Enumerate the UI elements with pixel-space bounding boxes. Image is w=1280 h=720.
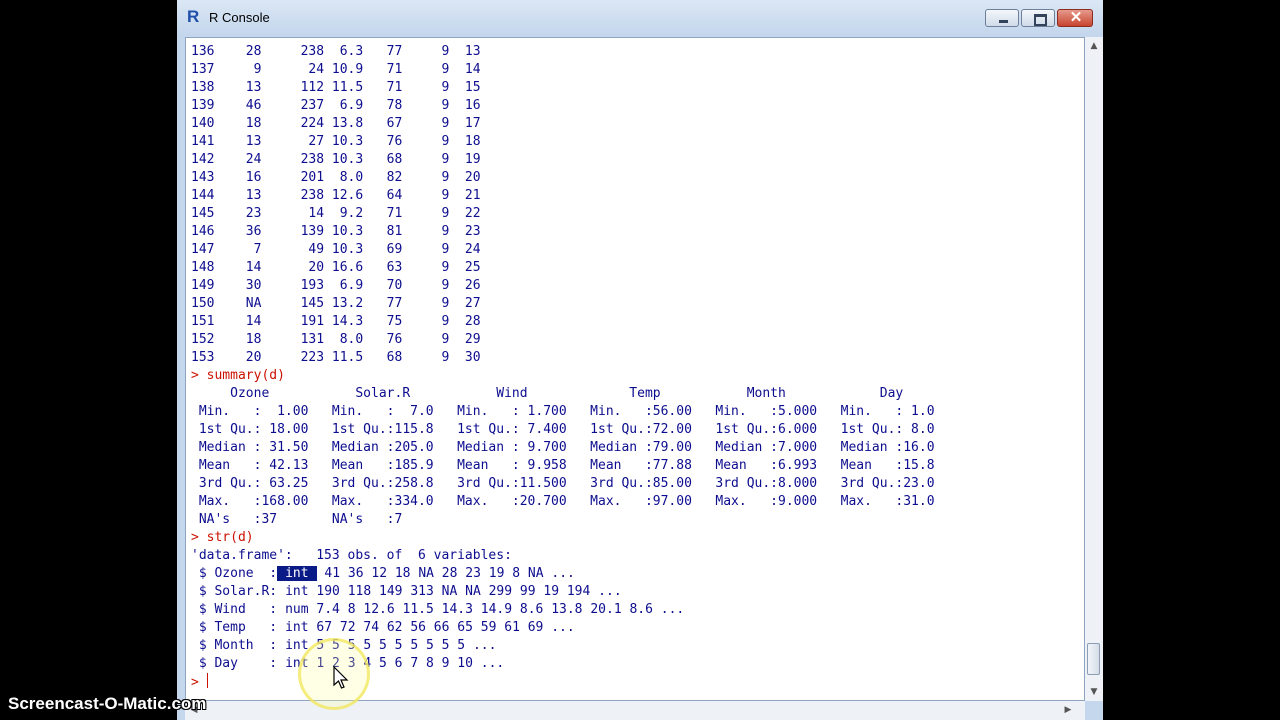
window-title: R Console (209, 10, 270, 25)
data-row: 150 NA 145 13.2 77 9 27 (191, 296, 481, 311)
data-row: 146 36 139 10.3 81 9 23 (191, 224, 481, 239)
title-bar[interactable]: R R Console ✕ (177, 0, 1103, 36)
str-variable-type[interactable]: int (277, 620, 308, 635)
summary-row: 1st Qu.: 18.00 1st Qu.:115.8 1st Qu.: 7.… (191, 422, 951, 437)
data-row: 143 16 201 8.0 82 9 20 (191, 170, 481, 185)
prompt-symbol: > (191, 675, 207, 690)
close-button[interactable]: ✕ (1057, 9, 1093, 27)
str-variable-name: $ Solar.R: (191, 584, 278, 599)
maximize-button[interactable] (1021, 9, 1055, 27)
data-row: 145 23 14 9.2 71 9 22 (191, 206, 481, 221)
minimize-icon (999, 20, 1008, 23)
str-variable-values: 41 36 12 18 NA 28 23 19 8 NA ... (316, 566, 575, 581)
r-logo-icon: R (187, 7, 200, 26)
data-row: 141 13 27 10.3 76 9 18 (191, 134, 481, 149)
vertical-scrollbar[interactable]: ▲ ▼ (1085, 37, 1103, 701)
data-row: 147 7 49 10.3 69 9 24 (191, 242, 481, 257)
summary-row: Max. :168.00 Max. :334.0 Max. :20.700 Ma… (191, 494, 951, 509)
str-row: $ Temp : int 67 72 74 62 56 66 65 59 61 6… (191, 619, 1071, 637)
data-row: 142 24 238 10.3 68 9 19 (191, 152, 481, 167)
str-row: $ Solar.R: int 190 118 149 313 NA NA 299 … (191, 583, 1071, 601)
str-variable-name: $ Ozone : (191, 566, 278, 581)
summary-row: NA's :37 NA's :7 (191, 512, 959, 527)
str-row: $ Wind : num 7.4 8 12.6 11.5 14.3 14.9 8.… (191, 601, 1071, 619)
watermark-text: Screencast-O-Matic.com (8, 694, 207, 713)
data-row: 149 30 193 6.9 70 9 26 (191, 278, 481, 293)
mouse-pointer-icon (333, 666, 349, 689)
str-variable-values: 7.4 8 12.6 11.5 14.3 14.9 8.6 13.8 20.1 … (308, 602, 685, 617)
close-icon: ✕ (1069, 9, 1083, 26)
data-row: 139 46 237 6.9 78 9 16 (191, 98, 481, 113)
str-variable-name: $ Day : (191, 656, 278, 671)
str-header: 'data.frame': 153 obs. of 6 variables: (191, 548, 512, 563)
maximize-icon (1034, 14, 1047, 26)
summary-command: > summary(d) (191, 368, 285, 383)
summary-row: Median : 31.50 Median :205.0 Median : 9.… (191, 440, 951, 455)
scroll-up-icon[interactable]: ▲ (1085, 37, 1103, 55)
summary-output: Ozone Solar.R Wind Temp Month Day Min. :… (191, 385, 1071, 529)
data-row: 136 28 238 6.3 77 9 13 (191, 44, 481, 59)
data-row: 151 14 191 14.3 75 9 28 (191, 314, 481, 329)
console-output[interactable]: 136 28 238 6.3 77 9 13 137 9 24 10.9 71 9… (191, 43, 1071, 697)
str-variable-type[interactable]: int (277, 566, 317, 581)
summary-row: Min. : 1.00 Min. : 7.0 Min. : 1.700 Min.… (191, 404, 951, 419)
console-area[interactable]: 136 28 238 6.3 77 9 13 137 9 24 10.9 71 9… (185, 37, 1085, 701)
data-row: 153 20 223 11.5 68 9 30 (191, 350, 481, 365)
str-variable-type[interactable]: int (277, 638, 308, 653)
str-variable-type[interactable]: int (277, 584, 308, 599)
data-row: 138 13 112 11.5 71 9 15 (191, 80, 481, 95)
scroll-right-icon[interactable]: ▶ (1059, 701, 1077, 720)
text-cursor (206, 673, 208, 688)
str-variable-values: 67 72 74 62 56 66 65 59 61 69 ... (308, 620, 575, 635)
summary-row: 3rd Qu.: 63.25 3rd Qu.:258.8 3rd Qu.:11.… (191, 476, 951, 491)
data-row: 137 9 24 10.9 71 9 14 (191, 62, 481, 77)
data-row: 148 14 20 16.6 63 9 25 (191, 260, 481, 275)
str-variable-type[interactable]: num (277, 602, 308, 617)
minimize-button[interactable] (985, 9, 1019, 27)
str-variable-name: $ Wind : (191, 602, 278, 617)
str-row: $ Ozone : int 41 36 12 18 NA 28 23 19 8 N… (191, 565, 1071, 583)
r-console-window: R R Console ✕ 136 28 238 6.3 77 9 13 137 … (177, 0, 1103, 720)
data-row: 144 13 238 12.6 64 9 21 (191, 188, 481, 203)
summary-row: Ozone Solar.R Wind Temp Month Day (191, 386, 951, 401)
str-variable-name: $ Month : (191, 638, 278, 653)
scrollbar-thumb[interactable] (1087, 643, 1100, 675)
data-frame-rows: 136 28 238 6.3 77 9 13 137 9 24 10.9 71 9… (191, 43, 1071, 367)
scroll-down-icon[interactable]: ▼ (1085, 683, 1103, 701)
str-variable-values: 190 118 149 313 NA NA 299 99 19 194 ... (308, 584, 622, 599)
data-row: 152 18 131 8.0 76 9 29 (191, 332, 481, 347)
str-variable-name: $ Temp : (191, 620, 278, 635)
str-command: > str(d) (191, 530, 254, 545)
data-row: 140 18 224 13.8 67 9 17 (191, 116, 481, 131)
summary-row: Mean : 42.13 Mean :185.9 Mean : 9.958 Me… (191, 458, 951, 473)
